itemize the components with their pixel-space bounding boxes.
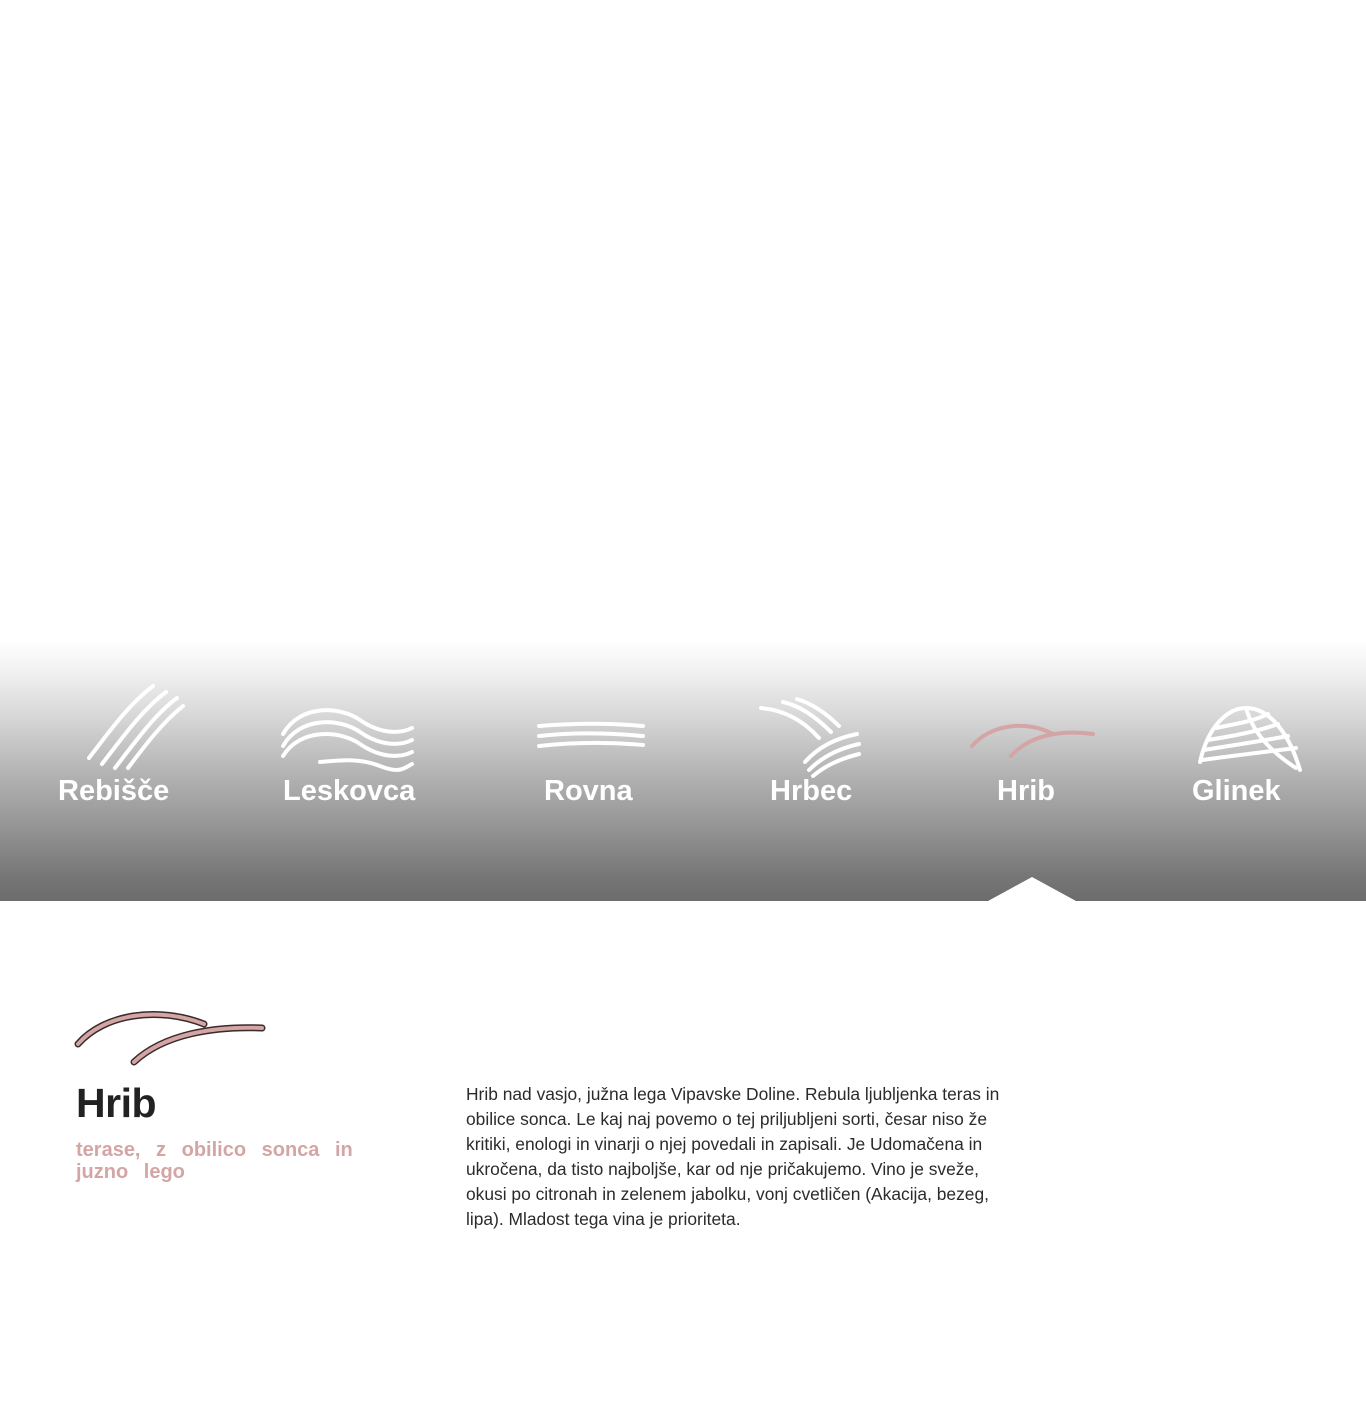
tab-hrbec[interactable]: Hrbec bbox=[757, 640, 877, 901]
vineyard-description: Hrib nad vasjo, južna lega Vipavske Doli… bbox=[466, 1084, 1000, 1229]
tab-label-rebisce: Rebišče bbox=[58, 775, 170, 807]
tab-label-leskovca: Leskovca bbox=[283, 775, 416, 807]
hill-arcs-icon bbox=[74, 1011, 266, 1066]
hill-arcs-icon bbox=[970, 723, 1095, 758]
wave-lines-icon bbox=[281, 708, 414, 772]
diagonal-lines-icon bbox=[87, 684, 185, 770]
tab-leskovca[interactable]: Leskovca bbox=[280, 640, 420, 901]
vineyard-subtitle: terase, z obilico sonca in juzno lego bbox=[76, 1139, 353, 1183]
tab-label-hrib: Hrib bbox=[997, 775, 1055, 807]
tab-label-rovna: Rovna bbox=[544, 775, 633, 807]
ridge-lines-icon bbox=[759, 697, 861, 778]
tab-glinek[interactable]: Glinek bbox=[1186, 640, 1316, 901]
tab-label-glinek: Glinek bbox=[1192, 775, 1281, 807]
tab-label-hrbec: Hrbec bbox=[770, 775, 853, 807]
dome-hatch-icon bbox=[1198, 705, 1302, 772]
flat-lines-icon bbox=[537, 721, 645, 748]
vineyard-tab-bar: Rebišče Leskovca Rovna Hrbec Hrib Glinek bbox=[0, 640, 1366, 901]
tab-rovna[interactable]: Rovna bbox=[535, 640, 655, 901]
tab-hrib[interactable]: Hrib bbox=[964, 640, 1104, 901]
hero-area bbox=[0, 0, 1366, 640]
active-tab-pointer bbox=[988, 877, 1076, 901]
page-title: Hrib bbox=[76, 1080, 157, 1126]
tab-rebisce[interactable]: Rebišče bbox=[55, 640, 195, 901]
